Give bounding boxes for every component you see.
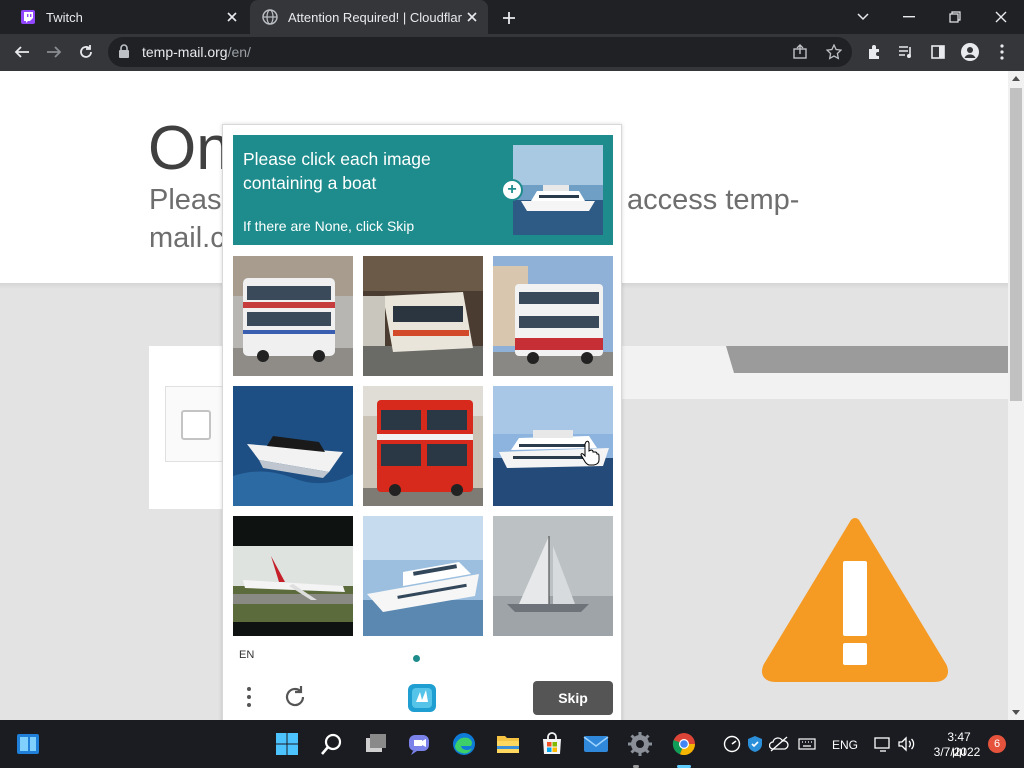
microsoft-store-icon[interactable] — [536, 728, 568, 760]
expand-example-icon[interactable]: + — [501, 179, 523, 201]
speedometer-tray-icon[interactable] — [722, 734, 742, 754]
close-tab-icon[interactable] — [222, 7, 242, 27]
edge-icon[interactable] — [448, 728, 480, 760]
subtitle-line2: mail.c — [149, 222, 225, 254]
captcha-checkbox[interactable] — [181, 410, 211, 440]
ray-id-bar — [560, 346, 1008, 373]
image-tile-5[interactable] — [363, 386, 483, 506]
bookmark-star-icon[interactable] — [824, 42, 844, 62]
reload-icon[interactable] — [72, 38, 100, 66]
chrome-icon[interactable] — [668, 728, 700, 760]
windows-taskbar: ENG 3:47 μμ 3/7/2022 — [0, 720, 1024, 768]
share-icon[interactable] — [790, 42, 810, 62]
more-options-icon[interactable] — [239, 683, 259, 711]
address-bar[interactable]: temp-mail.org/en/ — [108, 37, 852, 67]
search-icon[interactable] — [316, 728, 348, 760]
chrome-menu-icon[interactable] — [988, 38, 1016, 66]
browser-toolbar: temp-mail.org/en/ — [0, 34, 1024, 71]
image-tile-4[interactable] — [233, 386, 353, 506]
image-tile-1[interactable] — [233, 256, 353, 376]
image-tile-3[interactable] — [493, 256, 613, 376]
close-tab-icon[interactable] — [462, 7, 482, 27]
skip-button[interactable]: Skip — [533, 681, 613, 715]
task-view-icon[interactable] — [360, 728, 392, 760]
lock-icon[interactable] — [118, 44, 130, 64]
url-path: /en/ — [227, 44, 251, 60]
twitch-icon — [20, 9, 36, 25]
tab-strip: Twitch Attention Required! | Cloudflare — [0, 0, 1024, 34]
close-window-icon[interactable] — [978, 0, 1024, 34]
new-tab-button[interactable] — [498, 7, 520, 29]
file-explorer-icon[interactable] — [492, 728, 524, 760]
prompt-text: Please click each image containing a boa… — [243, 149, 431, 193]
clock-date[interactable]: 3/7/2022 — [932, 745, 982, 759]
page-indicator-dot — [413, 655, 420, 662]
url-text: temp-mail.org/en/ — [142, 44, 251, 60]
image-tile-7[interactable] — [233, 516, 353, 636]
tab-title: Attention Required! | Cloudflare — [288, 9, 462, 25]
tab-twitch[interactable]: Twitch — [8, 0, 248, 34]
image-tile-8[interactable] — [363, 516, 483, 636]
mail-icon[interactable] — [580, 728, 612, 760]
start-icon[interactable] — [271, 728, 303, 760]
scroll-down-icon[interactable] — [1012, 710, 1020, 715]
warning-icon — [762, 518, 948, 682]
image-tile-9[interactable] — [493, 516, 613, 636]
teams-chat-icon[interactable] — [403, 728, 435, 760]
notification-badge[interactable]: 6 — [988, 735, 1006, 753]
prompt-hint: If there are None, click Skip — [243, 218, 415, 234]
profile-avatar-icon[interactable] — [956, 38, 984, 66]
challenge-prompt: Please click each image containing a boa… — [233, 135, 613, 245]
image-grid — [233, 256, 613, 636]
tab-search-icon[interactable] — [840, 0, 886, 34]
side-panel-icon[interactable] — [924, 38, 952, 66]
page-scrollbar[interactable] — [1008, 71, 1024, 720]
example-boat-image[interactable] — [513, 145, 603, 235]
defender-tray-icon[interactable] — [745, 734, 765, 754]
tab-title: Twitch — [46, 9, 83, 25]
url-host: temp-mail.org — [142, 44, 228, 60]
keyboard-tray-icon[interactable] — [797, 734, 817, 754]
extensions-icon[interactable] — [860, 38, 888, 66]
minimize-icon[interactable] — [886, 0, 932, 34]
widgets-icon[interactable] — [12, 728, 44, 760]
language-indicator[interactable]: ENG — [832, 738, 858, 752]
ray-id-strip — [560, 373, 1008, 399]
forward-icon[interactable] — [40, 38, 68, 66]
globe-icon — [262, 9, 278, 25]
language-selector[interactable]: EN — [239, 649, 254, 661]
scrollbar-thumb[interactable] — [1010, 88, 1022, 401]
refresh-challenge-icon[interactable] — [281, 683, 309, 711]
onedrive-tray-icon[interactable] — [769, 734, 789, 754]
subtitle-right: access temp- — [627, 184, 800, 216]
image-tile-2[interactable] — [363, 256, 483, 376]
network-tray-icon[interactable] — [873, 734, 893, 754]
settings-icon[interactable] — [624, 728, 656, 760]
back-icon[interactable] — [8, 38, 36, 66]
hcaptcha-challenge: Please click each image containing a boa… — [222, 124, 622, 724]
hcaptcha-logo-icon[interactable] — [404, 680, 440, 716]
scroll-up-icon[interactable] — [1012, 76, 1020, 81]
volume-tray-icon[interactable] — [897, 734, 917, 754]
media-control-icon[interactable] — [892, 38, 920, 66]
hand-cursor-icon — [580, 440, 600, 466]
tab-cloudflare[interactable]: Attention Required! | Cloudflare — [250, 0, 488, 34]
restore-icon[interactable] — [932, 0, 978, 34]
